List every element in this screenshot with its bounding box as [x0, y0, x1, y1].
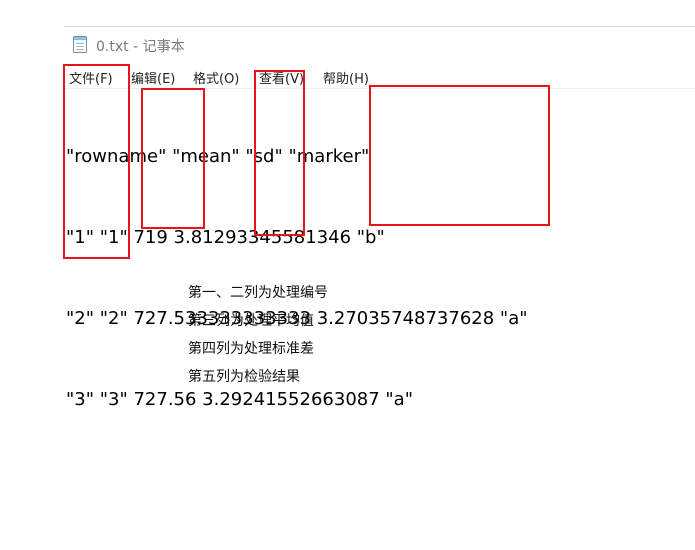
- highlight-box-sd: [254, 70, 305, 236]
- note-column-3: 第三列为处理平均值: [188, 313, 314, 329]
- highlight-box-rowname: [63, 64, 130, 259]
- highlight-box-mean: [141, 88, 205, 229]
- note-column-4: 第四列为处理标准差: [188, 341, 314, 357]
- highlight-box-marker: [369, 85, 550, 226]
- menu-bar: 文件(F) 编辑(E) 格式(O) 查看(V) 帮助(H): [64, 65, 695, 87]
- note-column-5: 第五列为检验结果: [188, 369, 300, 385]
- editor-line-2: "2" "2" 727.533333333333 3.2703574873762…: [66, 308, 528, 329]
- window-title: 0.txt - 记事本: [96, 39, 185, 55]
- menu-help[interactable]: 帮助(H): [323, 68, 369, 87]
- editor-line-3: "3" "3" 727.56 3.29241552663087 "a": [66, 389, 413, 410]
- title-bar[interactable]: 0.txt - 记事本: [64, 27, 695, 61]
- menu-format[interactable]: 格式(O): [193, 68, 239, 87]
- menu-edit[interactable]: 编辑(E): [131, 68, 175, 87]
- note-columns-1-2: 第一、二列为处理编号: [188, 285, 328, 301]
- annotation-notes: 第一、二列为处理编号 第三列为处理平均值 第四列为处理标准差 第五列为检验结果: [188, 279, 328, 391]
- notepad-icon: [73, 36, 87, 53]
